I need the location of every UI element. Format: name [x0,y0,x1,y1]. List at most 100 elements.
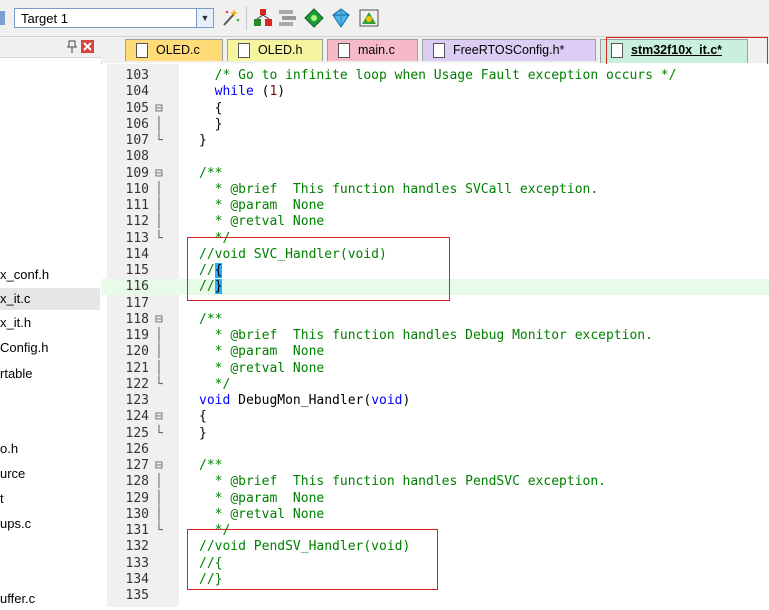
tree-item-label: urce [0,466,26,481]
file-icon [338,43,350,58]
pack-installer-icon[interactable] [358,7,380,29]
code-line[interactable]: * @retval None [199,361,325,377]
line-number: 119 [125,328,149,343]
code-line[interactable]: * @param None [199,491,325,507]
line-number: 109 [125,165,149,181]
tab-oled-h[interactable]: OLED.h [227,39,323,61]
line-number: 118 [125,311,149,327]
project-tree-item[interactable]: o.h [0,438,100,460]
fold-guide: │ [155,116,163,132]
tab-freertosconfig-h[interactable]: FreeRTOSConfig.h* [422,39,596,61]
code-line[interactable]: /* Go to infinite loop when Usage Fault … [199,68,677,84]
fold-toggle-icon[interactable]: ⊟ [155,458,175,474]
line-number: 113 [125,230,149,246]
code-line[interactable]: /** [199,166,222,182]
line-number: 121 [125,360,149,376]
code-line[interactable]: * @param None [199,198,325,214]
tree-item-label: x_it.c [0,291,31,306]
close-icon[interactable] [81,40,94,53]
fold-guide: │ [155,474,163,490]
project-panel-header [0,37,101,58]
project-tree-item[interactable]: t [0,488,100,510]
code-editor[interactable]: 103 /* Go to infinite loop when Usage Fa… [101,64,769,607]
fold-toggle-icon[interactable]: ⊟ [155,312,175,328]
fold-guide: └ [155,230,163,246]
line-number: 116 [125,279,149,295]
code-line[interactable]: */ [199,377,231,393]
line-number: 123 [125,393,149,408]
tree-item-label: rtable [0,366,33,381]
fold-guide: └ [155,425,163,441]
line-number: 131 [125,523,149,538]
project-tree-item[interactable]: Config.h [0,337,100,359]
line-number: 134 [125,571,149,587]
code-line[interactable]: { [199,409,207,425]
line-number: 128 [125,474,149,490]
line-number: 112 [125,214,149,230]
fold-guide: │ [155,490,163,506]
project-tree-item-selected[interactable]: x_it.c [0,288,100,310]
magic-wand-icon[interactable] [219,7,241,29]
code-line[interactable]: } [199,117,223,133]
code-line[interactable]: while (1) [199,84,285,100]
tab-main-c[interactable]: main.c [327,39,418,61]
code-line[interactable]: /** [199,312,222,328]
line-number: 103 [125,68,149,83]
line-number: 132 [125,539,149,555]
chevron-down-icon[interactable]: ▼ [196,9,213,27]
code-line[interactable]: } [199,426,207,442]
line-number: 127 [125,458,149,473]
line-number: 107 [125,133,149,148]
project-tree-item[interactable]: ups.c [0,513,100,535]
line-number: 104 [125,84,149,100]
tab-label: FreeRTOSConfig.h* [453,43,565,57]
manage-project-items-icon[interactable] [252,7,274,29]
line-number: 129 [125,490,149,506]
line-number: 108 [125,149,149,165]
manage-rte-icon[interactable] [330,7,352,29]
line-number: 106 [125,116,149,132]
code-line[interactable]: } [199,133,207,149]
fold-guide: │ [155,506,163,522]
tree-item-label: uffer.c [0,591,36,606]
file-extensions-icon[interactable] [277,7,299,29]
fold-toggle-icon[interactable]: ⊟ [155,166,175,182]
file-icon [433,43,445,58]
code-line[interactable]: * @param None [199,344,325,360]
line-number: 133 [125,555,149,571]
code-line[interactable]: * @brief This function handles Debug Mon… [199,328,653,344]
code-line[interactable]: /** [199,458,222,474]
tab-label: OLED.c [156,43,200,57]
fold-guide: └ [155,523,163,538]
line-number: 115 [125,263,149,278]
project-tree-item[interactable]: rtable [0,363,100,385]
line-number: 105 [125,100,149,116]
code-line[interactable]: * @brief This function handles PendSVC e… [199,474,606,490]
tab-oled-c[interactable]: OLED.c [125,39,223,61]
select-packs-icon[interactable] [303,7,325,29]
fold-toggle-icon[interactable]: ⊟ [155,409,175,425]
project-tree-item[interactable]: x_it.h [0,312,100,334]
tab-label: OLED.h [258,43,303,57]
line-number: 110 [125,181,149,197]
file-icon [136,43,148,58]
pin-icon[interactable] [66,40,78,54]
project-tree-item[interactable]: urce [0,463,100,485]
fold-guide: └ [155,133,163,148]
fold-guide: └ [155,376,163,392]
fold-toggle-icon[interactable]: ⊟ [155,101,175,117]
line-number: 114 [125,246,149,262]
code-line[interactable]: * @brief This function handles SVCall ex… [199,182,599,198]
fold-guide: │ [155,328,163,343]
annotation-box-svc-handler [187,237,450,301]
code-line[interactable]: { [199,101,223,117]
toolbar-button-partial-icon[interactable] [0,8,6,28]
project-tree-item[interactable]: x_conf.h [0,264,100,286]
toolbar-separator [246,6,247,30]
code-line[interactable]: void DebugMon_Handler(void) [199,393,410,409]
code-line[interactable]: * @retval None [199,507,325,523]
code-line[interactable]: * @retval None [199,214,325,230]
target-select[interactable]: Target 1 ▼ [14,8,214,28]
fold-guide: │ [155,344,163,360]
fold-guide: │ [155,198,163,213]
